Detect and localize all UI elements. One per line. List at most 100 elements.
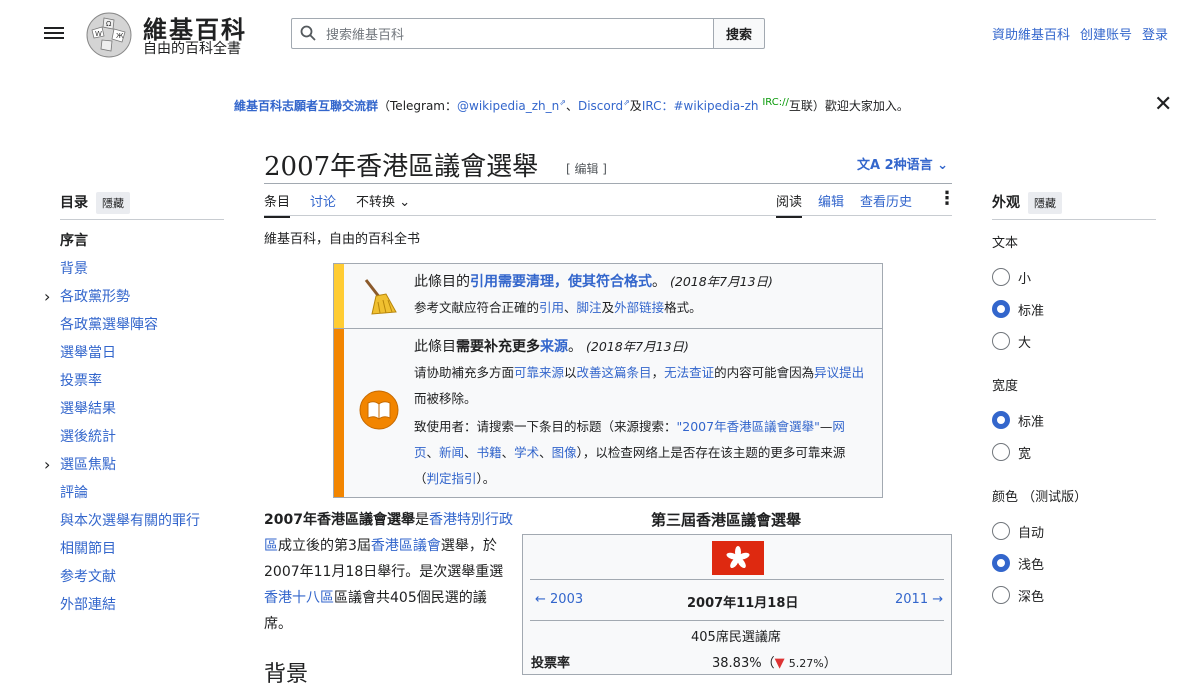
- link[interactable]: 判定指引: [427, 471, 477, 486]
- radio-option[interactable]: 自动: [992, 515, 1044, 547]
- toc-item[interactable]: › 選區焦點: [44, 454, 240, 482]
- appearance-hide-button[interactable]: 隱藏: [1028, 192, 1062, 214]
- toc-item[interactable]: 参考文献: [60, 566, 240, 594]
- link[interactable]: "2007年香港區議會選舉": [677, 419, 820, 434]
- toc-item[interactable]: 外部連結: [60, 594, 240, 622]
- telegram-link[interactable]: @wikipedia_zh_n: [457, 99, 559, 113]
- next-election-link[interactable]: 2011 →: [895, 592, 943, 607]
- radio-label: 大: [1018, 335, 1032, 351]
- close-icon[interactable]: ✕: [1154, 94, 1172, 116]
- turnout-change: 5.27%: [788, 657, 824, 670]
- toc-item[interactable]: 背景: [60, 258, 240, 286]
- radio-option[interactable]: 大: [992, 325, 1044, 357]
- link[interactable]: 香港區議會: [371, 538, 441, 554]
- svg-text:Ж: Ж: [116, 32, 124, 40]
- appearance-header: 外观 隱藏: [992, 192, 1062, 214]
- toc-item[interactable]: › 各政黨形勢: [44, 286, 240, 314]
- link[interactable]: 改善这篇条目: [577, 365, 652, 380]
- radio-option[interactable]: 深色: [992, 579, 1044, 611]
- notice-group-link[interactable]: 維基百科志願者互聯交流群: [234, 99, 378, 113]
- radio-unselected-icon[interactable]: [992, 522, 1010, 540]
- text: 成立後的第3屆: [278, 538, 371, 554]
- donate-link[interactable]: 資助維基百科: [992, 24, 1070, 43]
- divider: [60, 219, 224, 220]
- link[interactable]: 外部链接: [614, 300, 664, 315]
- link[interactable]: 脚注: [577, 300, 602, 315]
- title-edit-link[interactable]: [ 编辑 ]: [566, 160, 607, 177]
- toc-hide-button[interactable]: 隱藏: [96, 192, 130, 214]
- translate-icon: 文A: [857, 158, 881, 173]
- tab-talk[interactable]: 讨论: [310, 191, 336, 218]
- toc-item-label: 選後統計: [60, 429, 116, 445]
- radio-option[interactable]: 宽: [992, 436, 1044, 468]
- toc-item[interactable]: 與本次選舉有關的罪行: [60, 510, 240, 538]
- search-icon: [300, 25, 316, 41]
- search-input[interactable]: 搜索維基百科: [291, 18, 714, 49]
- irc-channel-link[interactable]: #wikipedia-zh: [673, 99, 758, 113]
- link[interactable]: 异议提出: [814, 365, 864, 380]
- link[interactable]: 学术: [514, 445, 539, 460]
- radio-option[interactable]: 标准: [992, 293, 1044, 325]
- link[interactable]: 可靠来源: [514, 365, 564, 380]
- radio-unselected-icon[interactable]: [992, 443, 1010, 461]
- toc-item[interactable]: 投票率: [60, 370, 240, 398]
- radio-option[interactable]: 小: [992, 261, 1044, 293]
- radio-unselected-icon[interactable]: [992, 586, 1010, 604]
- text-size-label: 文本: [992, 236, 1019, 251]
- link[interactable]: 新闻: [439, 445, 464, 460]
- wikipedia-globe-logo[interactable]: W Ω Ж: [84, 10, 134, 60]
- link[interactable]: 无法查证: [664, 365, 714, 380]
- section-heading: 背景: [264, 662, 309, 687]
- notice-text: （Telegram：: [378, 99, 458, 113]
- radio-option[interactable]: 标准: [992, 404, 1044, 436]
- toc-item-label: 評論: [60, 485, 88, 501]
- tab-article[interactable]: 条目: [264, 191, 291, 218]
- toc-item[interactable]: 序言: [60, 230, 240, 258]
- chevron-right-icon[interactable]: ›: [44, 286, 50, 308]
- more-actions-icon[interactable]: ⋮: [938, 190, 956, 208]
- create-account-link[interactable]: 创建账号: [1080, 24, 1132, 43]
- cleanup-link[interactable]: 引用需要清理，使其符合格式: [470, 274, 652, 290]
- text: 此條目: [414, 339, 456, 355]
- variant-dropdown[interactable]: 不转换 ⌄: [356, 191, 410, 218]
- text: 以: [564, 365, 577, 380]
- radio-selected-icon[interactable]: [992, 300, 1010, 318]
- link[interactable]: 引用: [539, 300, 564, 315]
- radio-unselected-icon[interactable]: [992, 268, 1010, 286]
- toc-item-label: 與本次選舉有關的罪行: [60, 513, 200, 529]
- toc-item[interactable]: 評論: [60, 482, 240, 510]
- tab-history[interactable]: 查看历史: [860, 191, 912, 218]
- link[interactable]: 香港十八區: [264, 590, 334, 606]
- turnout-value: 38.83%: [712, 656, 762, 671]
- toc-item[interactable]: 選舉當日: [60, 342, 240, 370]
- previous-election-link[interactable]: ← 2003: [535, 592, 583, 607]
- irc-label[interactable]: IRC：: [642, 99, 674, 113]
- cleanup-notice: 此條目的引用需要清理，使其符合格式。 (2018年7月13日) 参考文献应符合正…: [334, 264, 882, 329]
- external-link-icon: ⇗: [559, 98, 566, 107]
- search-button[interactable]: 搜索: [713, 18, 765, 49]
- main-menu-icon[interactable]: [44, 24, 64, 42]
- tab-edit[interactable]: 编辑: [818, 191, 844, 218]
- discord-link[interactable]: Discord: [578, 99, 623, 113]
- toc-item[interactable]: 相關節目: [60, 538, 240, 566]
- svg-text:Ω: Ω: [106, 20, 112, 28]
- link[interactable]: 图像: [552, 445, 577, 460]
- login-link[interactable]: 登录: [1142, 24, 1168, 43]
- tab-read[interactable]: 阅读: [776, 191, 803, 218]
- toc-item[interactable]: 各政黨選舉陣容: [60, 314, 240, 342]
- toc-item[interactable]: 選舉結果: [60, 398, 240, 426]
- radio-selected-icon[interactable]: [992, 554, 1010, 572]
- seats-label: 405席民選議席: [691, 630, 781, 645]
- radio-option[interactable]: 浅色: [992, 547, 1044, 579]
- irc-protocol-icon: IRC://: [762, 97, 789, 108]
- chevron-right-icon[interactable]: ›: [44, 454, 50, 476]
- sources-link[interactable]: 来源: [540, 339, 568, 355]
- external-link-icon: ⇗: [623, 98, 630, 107]
- radio-unselected-icon[interactable]: [992, 332, 1010, 350]
- link[interactable]: 书籍: [477, 445, 502, 460]
- chevron-down-icon: ⌄: [937, 158, 949, 173]
- language-button[interactable]: 文A 2种语言 ⌄: [857, 154, 948, 173]
- radio-selected-icon[interactable]: [992, 411, 1010, 429]
- notice-text: 互联）歡迎大家加入。: [788, 99, 909, 113]
- toc-item[interactable]: 選後統計: [60, 426, 240, 454]
